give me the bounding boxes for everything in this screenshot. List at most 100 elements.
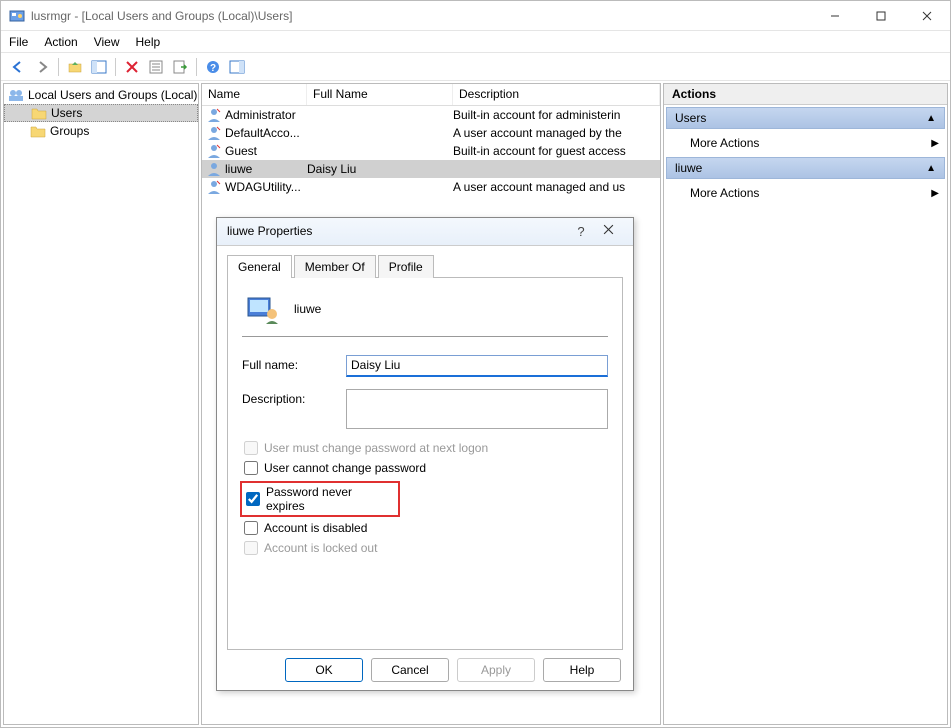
cell-name: Administrator [225,108,307,122]
list-row[interactable]: Administrator Built-in account for admini… [202,106,660,124]
user-icon [246,294,280,324]
cell-description: A user account managed and us [453,180,660,194]
cell-name: Guest [225,144,307,158]
actions-pane: Actions Users ▲ More Actions ▶ liuwe ▲ M… [663,83,948,725]
user-icon [206,125,222,141]
dialog-close-button[interactable] [593,224,623,238]
tab-general[interactable]: General [227,255,292,278]
dialog-title: liuwe Properties [227,224,569,238]
actions-section-user[interactable]: liuwe ▲ [666,157,945,179]
actions-header: Actions [664,84,947,105]
cancel-button[interactable]: Cancel [371,658,449,682]
user-name-label: liuwe [294,302,321,316]
tree-root-label: Local Users and Groups (Local) [28,88,197,102]
col-description[interactable]: Description [453,84,660,105]
window-titlebar: lusrmgr - [Local Users and Groups (Local… [1,1,950,31]
col-name[interactable]: Name [202,84,307,105]
check-cannot-change[interactable]: User cannot change password [242,461,608,475]
list-row[interactable]: WDAGUtility... A user account managed and… [202,178,660,196]
toolbar: ? [1,53,950,81]
menu-view[interactable]: View [94,35,120,49]
help-button[interactable]: ? [202,56,224,78]
tab-panel-general: liuwe Full name: Description: User must … [227,278,623,650]
actions-more-users-label: More Actions [690,136,759,150]
menu-action[interactable]: Action [44,35,77,49]
toolbar-separator [58,58,59,76]
maximize-button[interactable] [858,1,904,31]
description-input[interactable] [346,389,608,429]
submenu-icon: ▶ [931,138,939,149]
toolbar-separator [115,58,116,76]
up-button[interactable] [64,56,86,78]
check-locked: Account is locked out [242,541,608,555]
check-locked-label: Account is locked out [264,541,377,555]
user-icon [206,161,222,177]
tree-users[interactable]: Users [4,104,198,122]
actions-section-users-label: Users [675,111,706,125]
tree-root[interactable]: Local Users and Groups (Local) [4,86,198,104]
user-icon [206,107,222,123]
toolbar-separator [196,58,197,76]
help-button[interactable]: Help [543,658,621,682]
cell-fullname: Daisy Liu [307,162,453,176]
tree-groups-label: Groups [50,124,89,138]
fullname-input[interactable] [346,355,608,377]
check-never-expires-box[interactable] [246,492,260,506]
svg-text:?: ? [210,63,216,74]
list-header: Name Full Name Description [202,84,660,106]
dialog-help-button[interactable]: ? [569,224,593,239]
close-button[interactable] [904,1,950,31]
check-cannot-change-box[interactable] [244,461,258,475]
check-disabled[interactable]: Account is disabled [242,521,608,535]
apply-button[interactable]: Apply [457,658,535,682]
export-button[interactable] [169,56,191,78]
fullname-label: Full name: [242,355,346,372]
list-row[interactable]: liuweDaisy Liu [202,160,660,178]
list-row[interactable]: GuestBuilt-in account for guest access [202,142,660,160]
show-hide-action-button[interactable] [226,56,248,78]
dialog-buttons: OK Cancel Apply Help [217,650,633,690]
back-button[interactable] [7,56,29,78]
check-must-change-box [244,441,258,455]
description-label: Description: [242,389,346,406]
check-disabled-box[interactable] [244,521,258,535]
cell-description: Built-in account for administerin [453,108,660,122]
forward-button[interactable] [31,56,53,78]
minimize-button[interactable] [812,1,858,31]
show-hide-tree-button[interactable] [88,56,110,78]
ok-button[interactable]: OK [285,658,363,682]
group-icon [8,88,24,102]
check-never-expires[interactable]: Password never expires [240,481,400,517]
actions-more-users[interactable]: More Actions ▶ [664,131,947,155]
menu-file[interactable]: File [9,35,28,49]
list-row[interactable]: DefaultAcco...A user account managed by … [202,124,660,142]
tree-groups[interactable]: Groups [4,122,198,140]
dialog-tabs: General Member Of Profile [227,254,623,278]
properties-button[interactable] [145,56,167,78]
collapse-icon: ▲ [926,113,936,124]
cell-name: liuwe [225,162,307,176]
menu-help[interactable]: Help [136,35,161,49]
menu-bar: File Action View Help [1,31,950,53]
cell-name: WDAGUtility... [225,180,307,194]
tab-profile[interactable]: Profile [378,255,434,278]
description-row: Description: [242,389,608,429]
check-cannot-change-label: User cannot change password [264,461,426,475]
actions-more-user[interactable]: More Actions ▶ [664,181,947,205]
fullname-row: Full name: [242,355,608,377]
folder-icon [31,106,47,120]
folder-icon [30,124,46,138]
check-disabled-label: Account is disabled [264,521,367,535]
actions-more-user-label: More Actions [690,186,759,200]
dialog-body: General Member Of Profile liuwe Full nam… [217,246,633,650]
col-fullname[interactable]: Full Name [307,84,453,105]
actions-section-user-label: liuwe [675,161,702,175]
tab-member-of[interactable]: Member Of [294,255,376,278]
actions-section-users[interactable]: Users ▲ [666,107,945,129]
tree-users-label: Users [51,106,82,120]
properties-dialog: liuwe Properties ? General Member Of Pro… [216,217,634,691]
submenu-icon: ▶ [931,188,939,199]
check-must-change-label: User must change password at next logon [264,441,488,455]
user-icon [206,143,222,159]
delete-button[interactable] [121,56,143,78]
